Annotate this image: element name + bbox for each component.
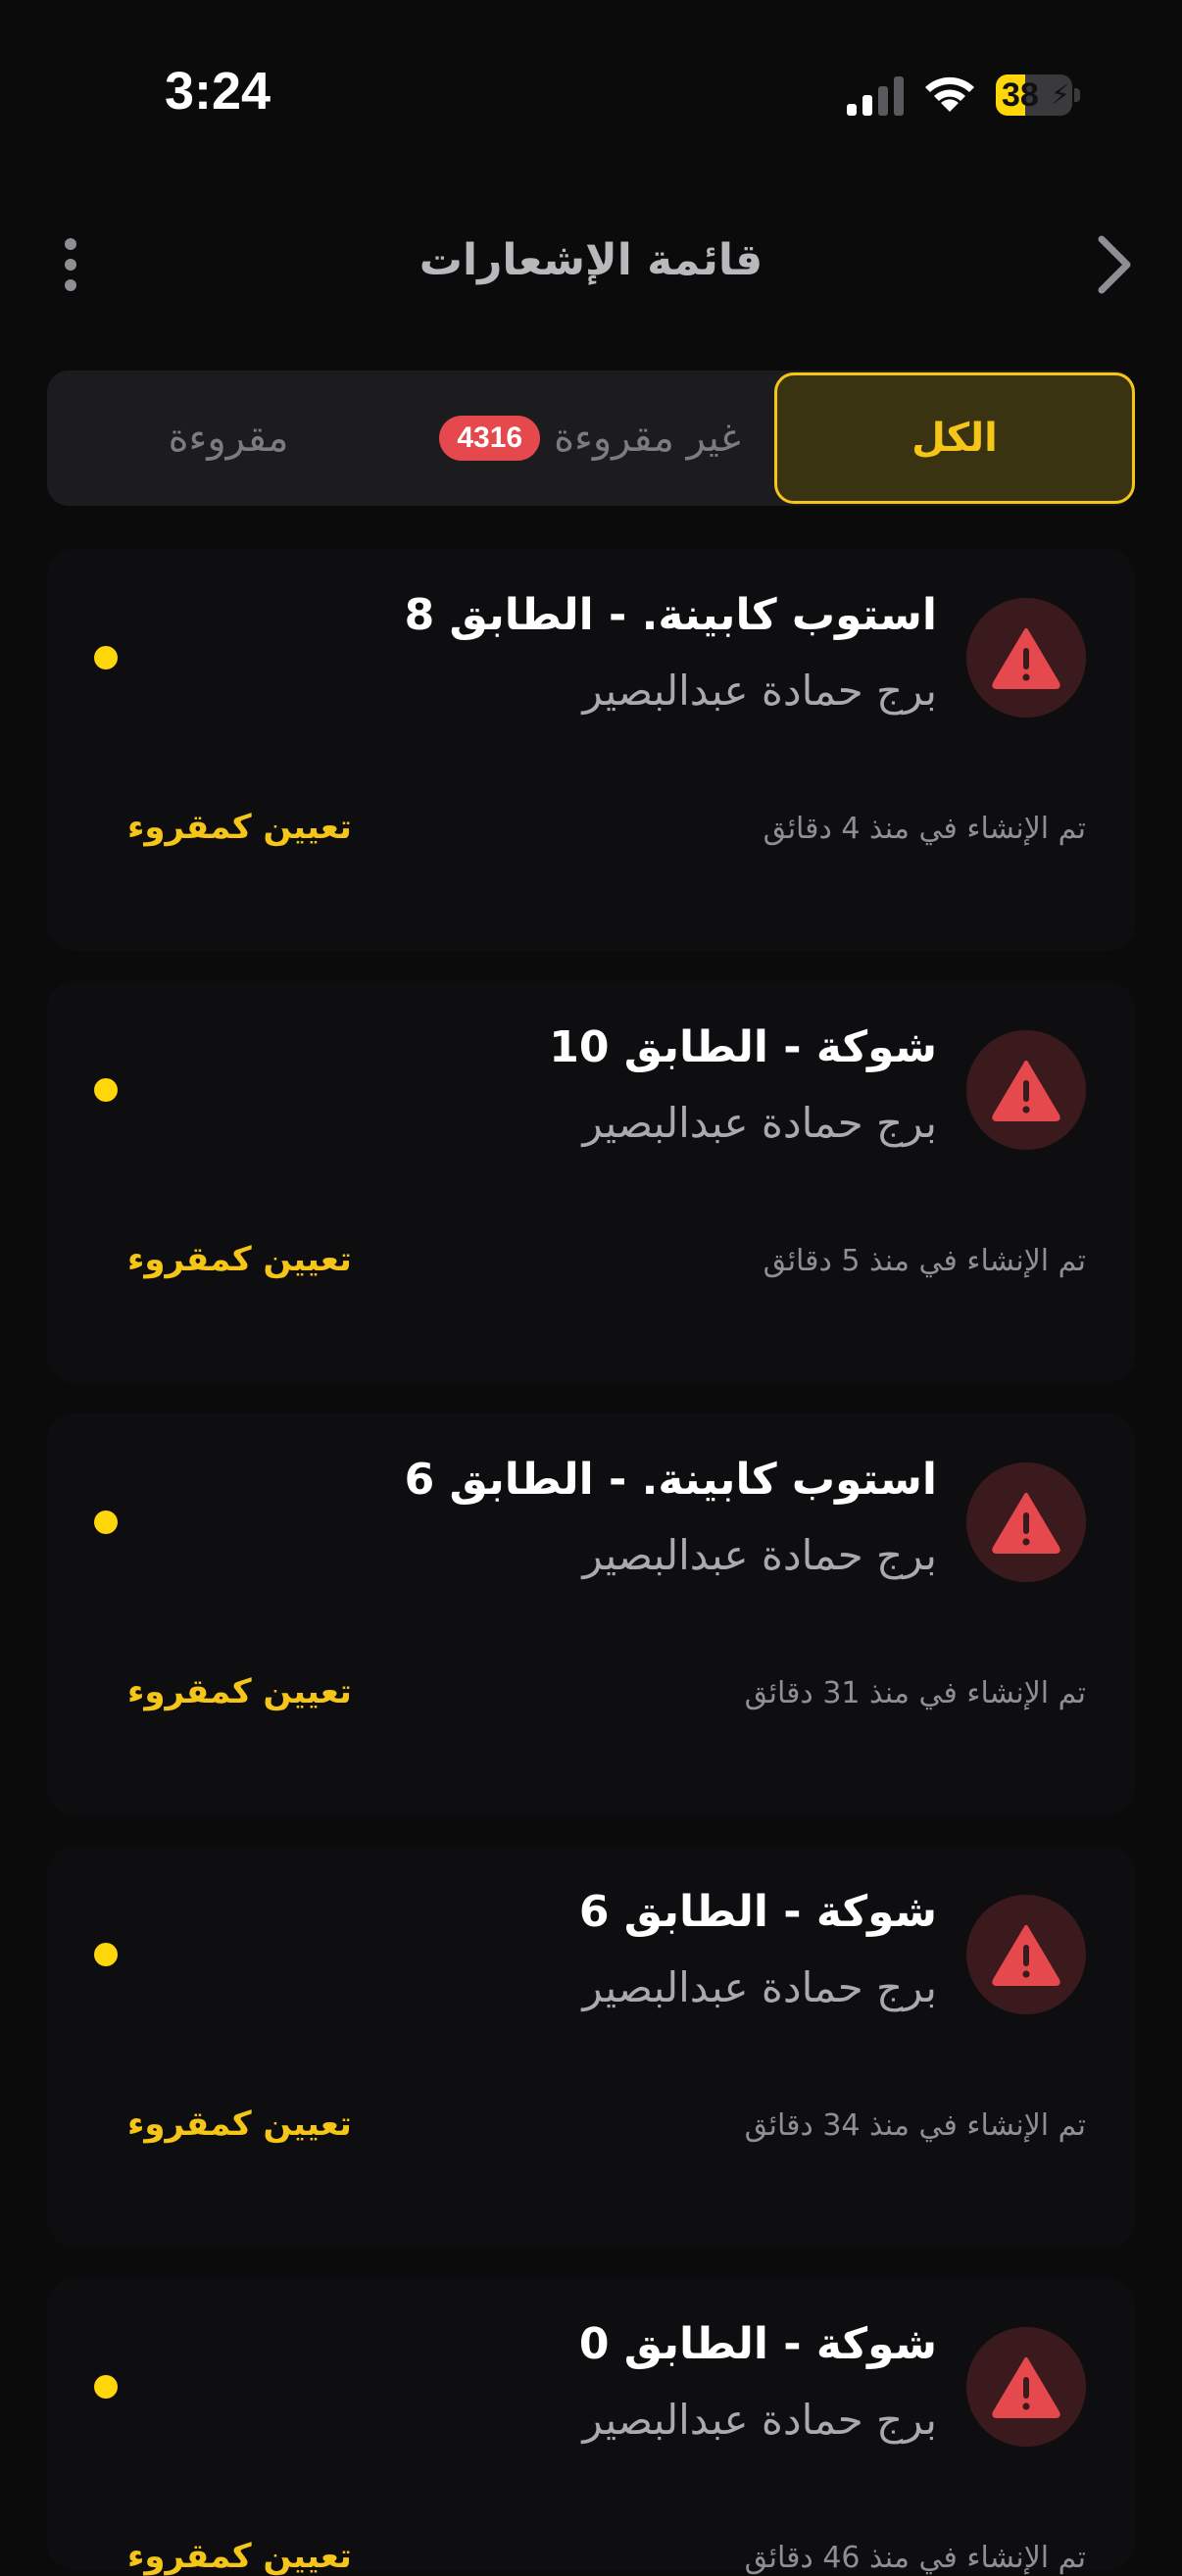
more-vertical-icon [65, 238, 76, 250]
notification-card[interactable]: استوب كابينة. - الطابق 6 برج حمادة عبدال… [47, 1413, 1135, 1815]
status-time: 3:24 [165, 62, 271, 121]
notification-title: شوكة - الطابق 6 [578, 1887, 937, 1937]
header: قائمة الإشعارات [0, 206, 1182, 323]
unread-indicator [94, 2375, 118, 2399]
notification-title: استوب كابينة. - الطابق 6 [404, 1455, 937, 1505]
tab-read-label: مقروءة [168, 416, 289, 461]
notification-title: شوكة - الطابق 10 [549, 1022, 937, 1072]
notification-card[interactable]: شوكة - الطابق 6 برج حمادة عبدالبصير تم ا… [47, 1846, 1135, 2248]
unread-indicator [94, 646, 118, 669]
battery-charging-icon: 38 ⚡ [996, 74, 1080, 116]
notification-subtitle: برج حمادة عبدالبصير [582, 1531, 937, 1579]
warning-icon [966, 1895, 1086, 2014]
tab-unread[interactable]: غير مقروءة 4316 [410, 371, 770, 506]
filter-tabs: الكل غير مقروءة 4316 مقروءة [47, 371, 1135, 506]
unread-indicator [94, 1943, 118, 1966]
tab-all[interactable]: الكل [774, 372, 1135, 504]
notification-time: تم الإنشاء في منذ 34 دقائق [744, 2108, 1086, 2143]
mark-as-read-button[interactable]: تعيين كمقروء [127, 2105, 352, 2144]
notification-card[interactable]: شوكة - الطابق 0 برج حمادة عبدالبصير تم ا… [47, 2278, 1135, 2576]
notification-title: استوب كابينة. - الطابق 8 [404, 590, 937, 640]
warning-icon [966, 1462, 1086, 1582]
tab-read[interactable]: مقروءة [47, 371, 410, 506]
more-options-button[interactable] [49, 229, 92, 300]
back-button[interactable] [1084, 229, 1143, 300]
notification-time: تم الإنشاء في منذ 5 دقائق [763, 1244, 1086, 1278]
unread-indicator [94, 1078, 118, 1102]
status-bar: 3:24 38 ⚡ [0, 0, 1182, 186]
mark-as-read-button[interactable]: تعيين كمقروء [127, 808, 352, 847]
notification-time: تم الإنشاء في منذ 4 دقائق [763, 812, 1086, 846]
notification-subtitle: برج حمادة عبدالبصير [582, 2396, 937, 2444]
mark-as-read-button[interactable]: تعيين كمقروء [127, 2537, 352, 2576]
battery-level-text: 38 [1002, 76, 1039, 114]
notification-card[interactable]: استوب كابينة. - الطابق 8 برج حمادة عبدال… [47, 549, 1135, 951]
notification-title: شوكة - الطابق 0 [578, 2319, 937, 2369]
page-title: قائمة الإشعارات [419, 235, 763, 285]
cellular-signal-icon [847, 76, 904, 116]
mark-as-read-button[interactable]: تعيين كمقروء [127, 1672, 352, 1711]
notification-card[interactable]: شوكة - الطابق 10 برج حمادة عبدالبصير تم … [47, 981, 1135, 1383]
wifi-icon [925, 76, 974, 112]
tab-unread-label: غير مقروءة [554, 416, 741, 461]
warning-icon [966, 1030, 1086, 1150]
notification-subtitle: برج حمادة عبدالبصير [582, 1099, 937, 1147]
notification-subtitle: برج حمادة عبدالبصير [582, 1963, 937, 2011]
mark-as-read-button[interactable]: تعيين كمقروء [127, 1240, 352, 1279]
notification-time: تم الإنشاء في منذ 31 دقائق [744, 1676, 1086, 1710]
warning-icon [966, 598, 1086, 718]
tab-all-label: الكل [911, 416, 998, 461]
chevron-right-icon [1098, 235, 1131, 294]
unread-indicator [94, 1511, 118, 1534]
unread-count-badge: 4316 [439, 416, 541, 461]
notification-subtitle: برج حمادة عبدالبصير [582, 667, 937, 715]
bolt-icon: ⚡ [1051, 78, 1070, 111]
warning-icon [966, 2327, 1086, 2447]
